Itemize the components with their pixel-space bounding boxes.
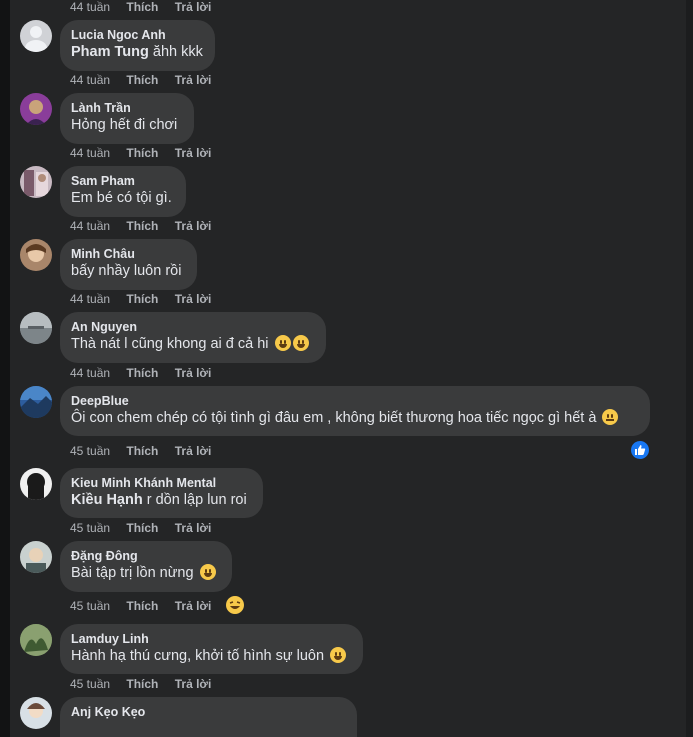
comment-bubble: Sam Pham Em bé có tội gì. [60, 166, 186, 217]
comment-author[interactable]: Lamduy Linh [71, 631, 352, 647]
comment-time[interactable]: 45 tuần [70, 521, 110, 535]
comment-author[interactable]: Anj Kẹo Kẹo [71, 704, 346, 720]
comment-bubble: Lành Trần Hỏng hết đi chơi [60, 93, 194, 144]
comment-actions: 45 tuần Thích Trả lời [70, 677, 224, 691]
like-button[interactable]: Thích [126, 146, 158, 160]
like-button[interactable]: Thích [126, 219, 158, 233]
comment-body: r dồn lập lun roi [142, 492, 247, 508]
like-button[interactable]: Thích [126, 599, 158, 613]
comment-author[interactable]: An Nguyen [71, 319, 315, 335]
reply-button[interactable]: Trả lời [175, 73, 212, 87]
reply-button[interactable]: Trả lời [175, 677, 212, 691]
comment-time[interactable]: 44 tuần [70, 366, 110, 380]
comment-body: Hành hạ thú cưng, khởi tố hình sự luôn [71, 648, 325, 664]
mention-link[interactable]: Kiều Hạnh [71, 492, 143, 508]
comment-time[interactable]: 45 tuần [70, 677, 110, 691]
comment-bubble: Kieu Minh Khánh Mental Kiều Hạnh r dồn l… [60, 468, 263, 518]
comment-bubble: DeepBlue Ôi con chem chép có tội tình gì… [60, 386, 650, 436]
avatar[interactable] [20, 697, 52, 729]
avatar[interactable] [20, 20, 52, 52]
like-button[interactable]: Thích [126, 0, 158, 14]
comment-time[interactable]: 44 tuần [70, 0, 110, 14]
comment-time[interactable]: 45 tuần [70, 444, 110, 458]
like-button[interactable]: Thích [126, 73, 158, 87]
reply-button[interactable]: Trả lời [175, 146, 212, 160]
avatar[interactable] [20, 166, 52, 198]
comment-author[interactable]: Kieu Minh Khánh Mental [71, 475, 252, 491]
comment-text: Kiều Hạnh r dồn lập lun roi [71, 491, 252, 510]
reply-button[interactable]: Trả lời [175, 521, 212, 535]
comment-bubble: Lucia Ngoc Anh Pham Tung ăhh kkk [60, 20, 215, 71]
comment-bubble: Lamduy Linh Hành hạ thú cưng, khởi tố hì… [60, 624, 363, 674]
comment-text: bấy nhầy luôn rồi [71, 263, 182, 279]
laughing-reaction-icon[interactable] [226, 596, 244, 614]
comment-author[interactable]: Sam Pham [71, 173, 175, 189]
like-button[interactable]: Thích [126, 677, 158, 691]
comment-text: Pham Tung ăhh kkk [71, 43, 204, 62]
comment-actions: 44 tuần Thích Trả lời [70, 219, 224, 233]
like-button[interactable]: Thích [126, 292, 158, 306]
comment-time[interactable]: 44 tuần [70, 73, 110, 87]
comment-text: Bài tập trị lồn nừng [71, 564, 221, 583]
comment-text: Ôi con chem chép có tội tình gì đâu em ,… [71, 409, 639, 428]
grimacing-emoji-icon [330, 647, 347, 663]
avatar[interactable] [20, 239, 52, 271]
laughing-emoji-icon [199, 564, 216, 580]
comment-text: Hành hạ thú cưng, khởi tố hình sự luôn [71, 647, 352, 666]
comment-author[interactable]: Minh Châu [71, 246, 186, 262]
avatar[interactable] [20, 624, 52, 656]
reply-button[interactable]: Trả lời [175, 366, 212, 380]
comment-time[interactable]: 44 tuần [70, 146, 110, 160]
comment-time[interactable]: 44 tuần [70, 292, 110, 306]
avatar[interactable] [20, 312, 52, 344]
expressionless-emoji-icon [602, 409, 619, 425]
comment-actions: 45 tuần Thích Trả lời [70, 599, 224, 613]
comment-actions: 45 tuần Thích Trả lời [70, 521, 224, 535]
comment-body: Ôi con chem chép có tội tình gì đâu em ,… [71, 410, 597, 426]
left-edge [0, 0, 10, 737]
comment-text: Em bé có tội gì. [71, 190, 172, 206]
scrollbar-track[interactable] [686, 0, 693, 737]
comment-author[interactable]: Lucia Ngoc Anh [71, 27, 204, 43]
comment-author[interactable]: DeepBlue [71, 393, 639, 409]
comment-body: Thà nát l cũng khong ai đ cả hi [71, 336, 269, 352]
avatar[interactable] [20, 468, 52, 500]
avatar[interactable] [20, 93, 52, 125]
like-button[interactable]: Thích [126, 521, 158, 535]
comment-actions: 45 tuần Thích Trả lời [70, 444, 224, 458]
comment-text: Thà nát l cũng khong ai đ cả hi [71, 335, 315, 354]
grinning-emoji-icon [274, 335, 291, 351]
comments-page: 44 tuần Thích Trả lời Lucia Ngoc Anh Pha… [0, 0, 693, 737]
reply-button[interactable]: Trả lời [175, 599, 212, 613]
comment-actions: 44 tuần Thích Trả lời [70, 73, 224, 87]
reply-button[interactable]: Trả lời [175, 292, 212, 306]
like-button[interactable]: Thích [126, 444, 158, 458]
like-reaction-icon[interactable] [630, 440, 650, 460]
avatar[interactable] [20, 386, 52, 418]
comment-body: Bài tập trị lồn nừng [71, 565, 194, 581]
reply-button[interactable]: Trả lời [175, 0, 212, 14]
comment-actions: 44 tuần Thích Trả lời [70, 366, 224, 380]
comment-bubble: Đặng Đông Bài tập trị lồn nừng [60, 541, 232, 592]
grinning-emoji-icon [292, 335, 309, 351]
comment-body: ăhh kkk [148, 44, 203, 60]
comment-bubble: Minh Châu bấy nhầy luôn rồi [60, 239, 197, 290]
reply-button[interactable]: Trả lời [175, 219, 212, 233]
comment-actions: 44 tuần Thích Trả lời [70, 146, 224, 160]
comment-actions: 44 tuần Thích Trả lời [70, 292, 224, 306]
comment-time[interactable]: 45 tuần [70, 599, 110, 613]
comment-author[interactable]: Lành Trần [71, 100, 183, 116]
comment-bubble: Anj Kẹo Kẹo [60, 697, 357, 737]
top-comment-actions: 44 tuần Thích Trả lời [70, 0, 224, 14]
comment-text: Hỏng hết đi chơi [71, 117, 178, 133]
avatar[interactable] [20, 541, 52, 573]
reply-button[interactable]: Trả lời [175, 444, 212, 458]
comment-time[interactable]: 44 tuần [70, 219, 110, 233]
comment-author[interactable]: Đặng Đông [71, 548, 221, 564]
comment-bubble: An Nguyen Thà nát l cũng khong ai đ cả h… [60, 312, 326, 363]
like-button[interactable]: Thích [126, 366, 158, 380]
mention-link[interactable]: Pham Tung [71, 44, 149, 60]
